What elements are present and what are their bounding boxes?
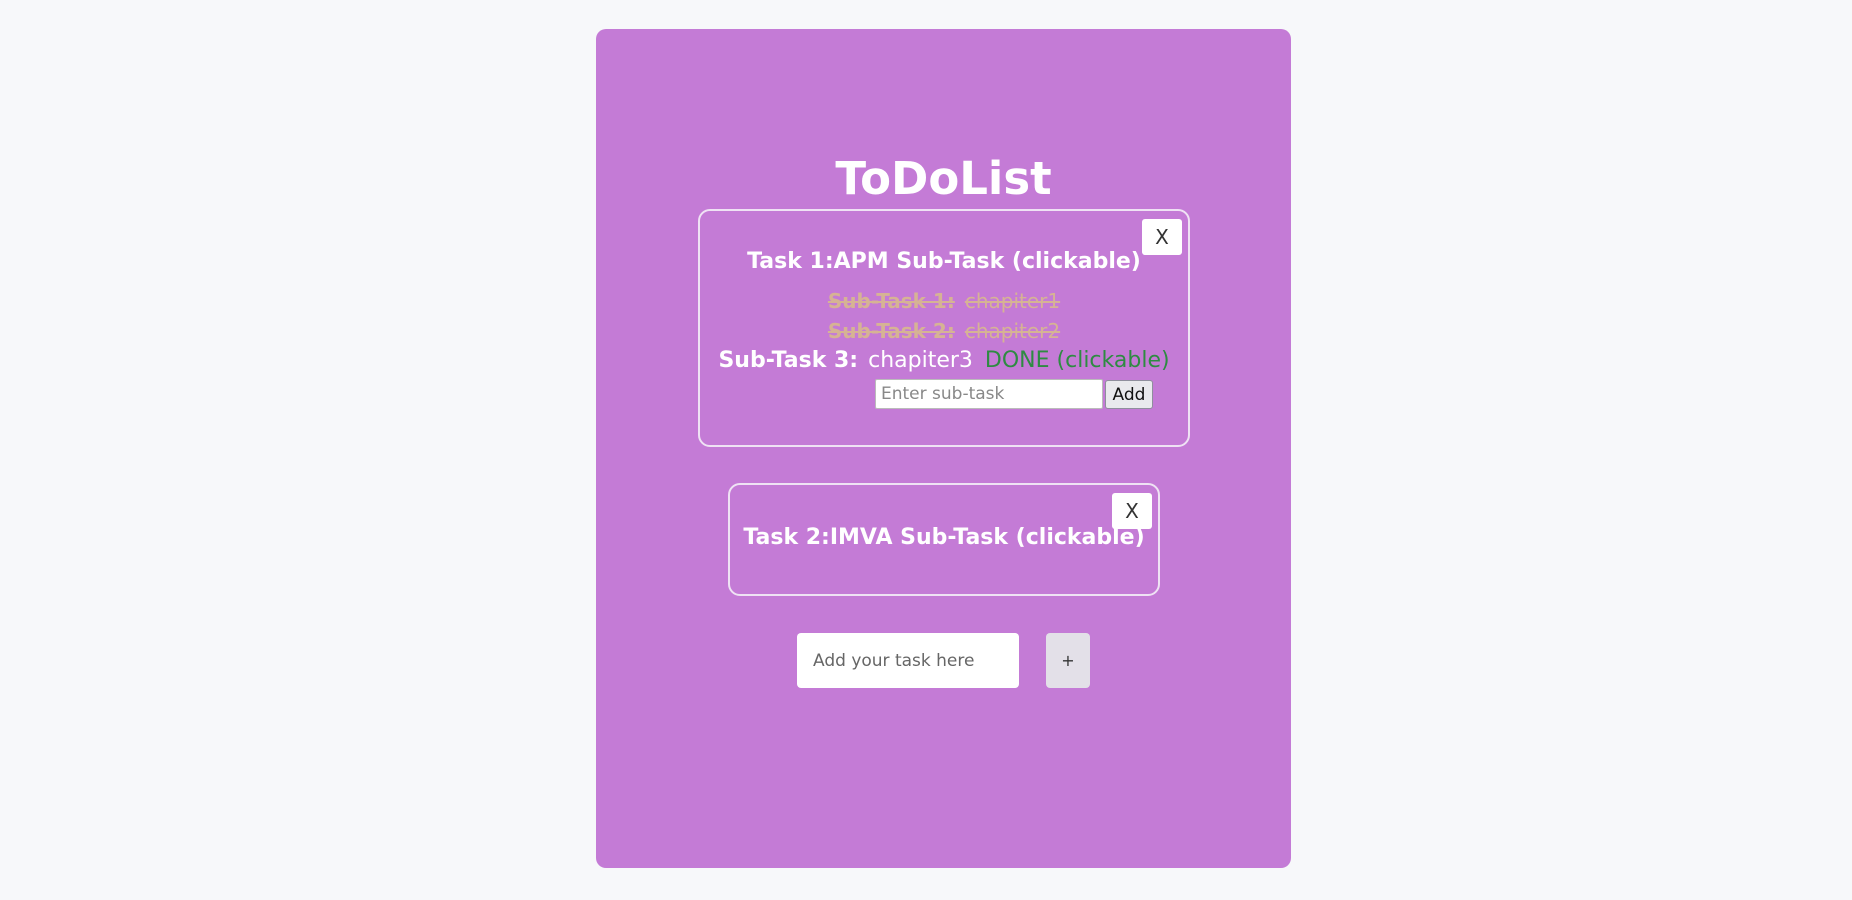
subtask-label: Sub-Task 2: [827,319,955,343]
add-task-button[interactable]: + [1046,633,1090,688]
todo-app-panel: ToDoList X Task 1:APM Sub-Task (clickabl… [596,29,1291,868]
subtask-item-open: Sub-Task 3: chapiter3 DONE (clickable) [700,348,1188,373]
task-card: X Task 1:APM Sub-Task (clickable) Sub-Ta… [698,209,1190,447]
subtask-text: chapiter3 [868,348,973,373]
task-title[interactable]: Task 2:IMVA Sub-Task (clickable) [730,525,1158,550]
subtask-item-completed: Sub-Task 1: chapiter1 [700,289,1188,313]
new-task-input[interactable] [797,633,1019,688]
subtask-text: chapiter1 [964,289,1061,313]
subtask-label: Sub-Task 3: [718,348,859,373]
mark-done-link[interactable]: DONE (clickable) [985,348,1170,373]
delete-task-button[interactable]: X [1112,493,1152,529]
subtask-label: Sub-Task 1: [827,289,955,313]
subtask-item-completed: Sub-Task 2: chapiter2 [700,319,1188,343]
task-card: X Task 2:IMVA Sub-Task (clickable) [728,483,1160,596]
add-subtask-button[interactable]: Add [1105,380,1153,409]
task-title[interactable]: Task 1:APM Sub-Task (clickable) [700,249,1188,274]
subtask-input[interactable] [875,379,1103,409]
subtask-text: chapiter2 [964,319,1061,343]
app-title: ToDoList [835,152,1052,205]
